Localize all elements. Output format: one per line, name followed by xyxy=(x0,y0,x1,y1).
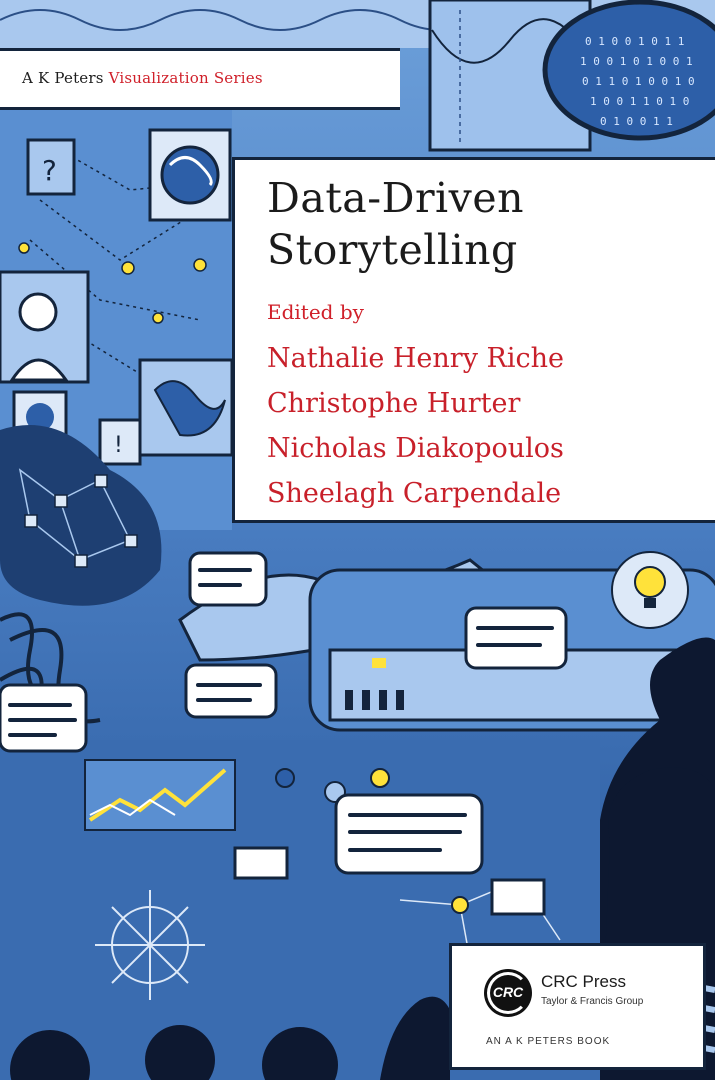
book-cover: 0 1 0 0 1 0 1 1 1 0 0 1 0 1 0 0 1 0 1 1 … xyxy=(0,0,715,1080)
series-prefix: A K Peters xyxy=(22,69,109,87)
editor-name: Sheelagh Carpendale xyxy=(267,478,562,509)
editor-name: Christophe Hurter xyxy=(267,388,521,419)
svg-text:1 0 0 1 1 0 1 0: 1 0 0 1 1 0 1 0 xyxy=(590,95,689,108)
edited-by-label: Edited by xyxy=(267,300,364,324)
svg-text:1 0 0 1 0 1 0 0 1: 1 0 0 1 0 1 0 0 1 xyxy=(580,55,693,68)
svg-text:?: ? xyxy=(42,154,57,187)
logo-text: CRC xyxy=(492,984,524,1000)
book-title: Data-Driven Storytelling xyxy=(267,172,524,276)
editor-name: Nathalie Henry Riche xyxy=(267,343,564,374)
publisher-note: AN A K PETERS BOOK xyxy=(486,1036,611,1047)
svg-text:0 1 1 0 1 0 0 1 0: 0 1 1 0 1 0 0 1 0 xyxy=(582,75,695,88)
book-title-line-1: Data-Driven xyxy=(267,174,525,222)
editor-list: Nathalie Henry Riche Christophe Hurter N… xyxy=(267,336,564,516)
svg-text:0 1 0 0 1 0 1 1: 0 1 0 0 1 0 1 1 xyxy=(585,35,684,48)
series-line: A K Peters Visualization Series xyxy=(22,69,263,87)
series-name: Visualization Series xyxy=(108,69,263,87)
editor-name: Nicholas Diakopoulos xyxy=(267,433,564,464)
book-title-line-2: Storytelling xyxy=(267,226,518,274)
svg-text:0 1 0 0 1 1: 0 1 0 0 1 1 xyxy=(600,115,673,128)
publisher-group: Taylor & Francis Group xyxy=(541,996,644,1007)
svg-text:!: ! xyxy=(114,433,123,458)
crc-logo: CRC xyxy=(484,969,532,1017)
publisher-name: CRC Press xyxy=(541,972,627,991)
